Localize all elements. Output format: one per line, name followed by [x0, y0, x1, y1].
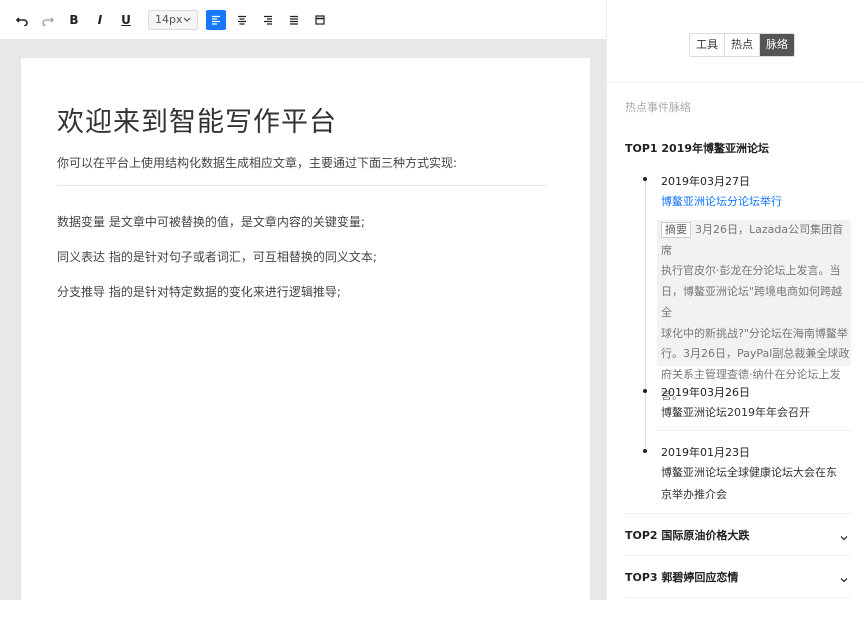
editor-area: B I U 14px 欢迎来到智能写作平台 你可以在平台上使用结构化数据生成相应… — [0, 0, 606, 618]
italic-button[interactable]: I — [90, 10, 110, 30]
event-title[interactable]: 博鳌亚洲论坛2019年年会召开 — [661, 404, 810, 420]
event-title-cont[interactable]: 京举办推介会 — [661, 486, 727, 502]
chevron-down-icon — [183, 13, 191, 26]
section-title: 热点事件脉络 — [625, 101, 691, 114]
divider — [607, 82, 864, 83]
align-left-icon[interactable] — [206, 9, 226, 30]
summary-tag: 摘要 — [661, 222, 691, 238]
summary-line: 摘要 3月26日，Lazada公司集团首席 — [661, 222, 844, 257]
timeline-dot — [643, 389, 647, 393]
top3-title: TOP3 郭碧婷回应恋情 — [625, 571, 739, 584]
divider — [57, 185, 546, 186]
paragraph-synonym: 同义表达 指的是针对句子或者词汇，可互相替换的同义文本; — [57, 250, 377, 264]
event-link[interactable]: 博鳌亚洲论坛分论坛举行 — [661, 193, 782, 209]
document-title: 欢迎来到智能写作平台 — [57, 107, 337, 138]
tab-tools[interactable]: 工具 — [690, 34, 724, 56]
top3-accordion[interactable]: TOP3 郭碧婷回应恋情 — [607, 556, 864, 596]
event-date: 2019年03月26日 — [661, 386, 750, 399]
event-date: 2019年01月23日 — [661, 446, 750, 459]
redo-icon[interactable] — [38, 10, 58, 30]
table-icon[interactable] — [310, 10, 330, 30]
summary-line: 球化中的新挑战?"分论坛在海南博鳌举 — [661, 326, 848, 340]
tab-context[interactable]: 脉络 — [759, 34, 794, 56]
divider — [625, 597, 851, 598]
summary-line: 行。3月26日，PayPal副总裁兼全球政 — [661, 347, 850, 361]
chevron-down-icon — [839, 570, 849, 583]
document-page[interactable]: 欢迎来到智能写作平台 你可以在平台上使用结构化数据生成相应文章，主要通过下面三种… — [21, 58, 590, 618]
bold-button[interactable]: B — [64, 10, 84, 30]
event-summary: 摘要 3月26日，Lazada公司集团首席 执行官皮尔·彭龙在分论坛上发言。当 日… — [657, 220, 851, 402]
paragraph-variable: 数据变量 是文章中可被替换的值，是文章内容的关键变量; — [57, 215, 365, 229]
divider — [657, 430, 851, 431]
app: B I U 14px 欢迎来到智能写作平台 你可以在平台上使用结构化数据生成相应… — [0, 0, 864, 618]
document-intro: 你可以在平台上使用结构化数据生成相应文章，主要通过下面三种方式实现: — [57, 156, 458, 170]
undo-icon[interactable] — [12, 10, 32, 30]
paragraph-branch: 分支推导 指的是针对特定数据的变化来进行逻辑推导; — [57, 285, 341, 299]
panel-tabs: 工具 热点 脉络 — [689, 33, 795, 57]
summary-line: 日，博鳌亚洲论坛"跨境电商如何跨越全 — [661, 285, 843, 319]
align-center-icon[interactable] — [232, 10, 252, 30]
underline-button[interactable]: U — [116, 10, 136, 30]
side-panel: 工具 热点 脉络 热点事件脉络 TOP1 2019年博鳌亚洲论坛 2019年03… — [606, 0, 864, 600]
timeline-dot — [643, 177, 647, 181]
timeline-dot — [643, 449, 647, 453]
top2-title: TOP2 国际原油价格大跌 — [625, 529, 750, 542]
font-size-value: 14px — [155, 13, 183, 26]
top2-accordion[interactable]: TOP2 国际原油价格大跌 — [607, 514, 864, 554]
editor-toolbar: B I U 14px — [0, 0, 606, 40]
font-size-select[interactable]: 14px — [148, 9, 198, 30]
timeline-line — [645, 180, 646, 452]
event-title[interactable]: 博鳌亚洲论坛全球健康论坛大会在东 — [661, 464, 837, 480]
summary-line: 府关系主管理查德·纳什在分论坛上发 — [661, 367, 841, 381]
chevron-down-icon — [839, 528, 849, 541]
align-right-icon[interactable] — [258, 10, 278, 30]
summary-line: 执行官皮尔·彭龙在分论坛上发言。当 — [661, 264, 841, 278]
align-justify-icon[interactable] — [284, 10, 304, 30]
tab-hot[interactable]: 热点 — [724, 34, 759, 56]
top1-title[interactable]: TOP1 2019年博鳌亚洲论坛 — [625, 140, 769, 156]
event-date: 2019年03月27日 — [661, 175, 750, 188]
